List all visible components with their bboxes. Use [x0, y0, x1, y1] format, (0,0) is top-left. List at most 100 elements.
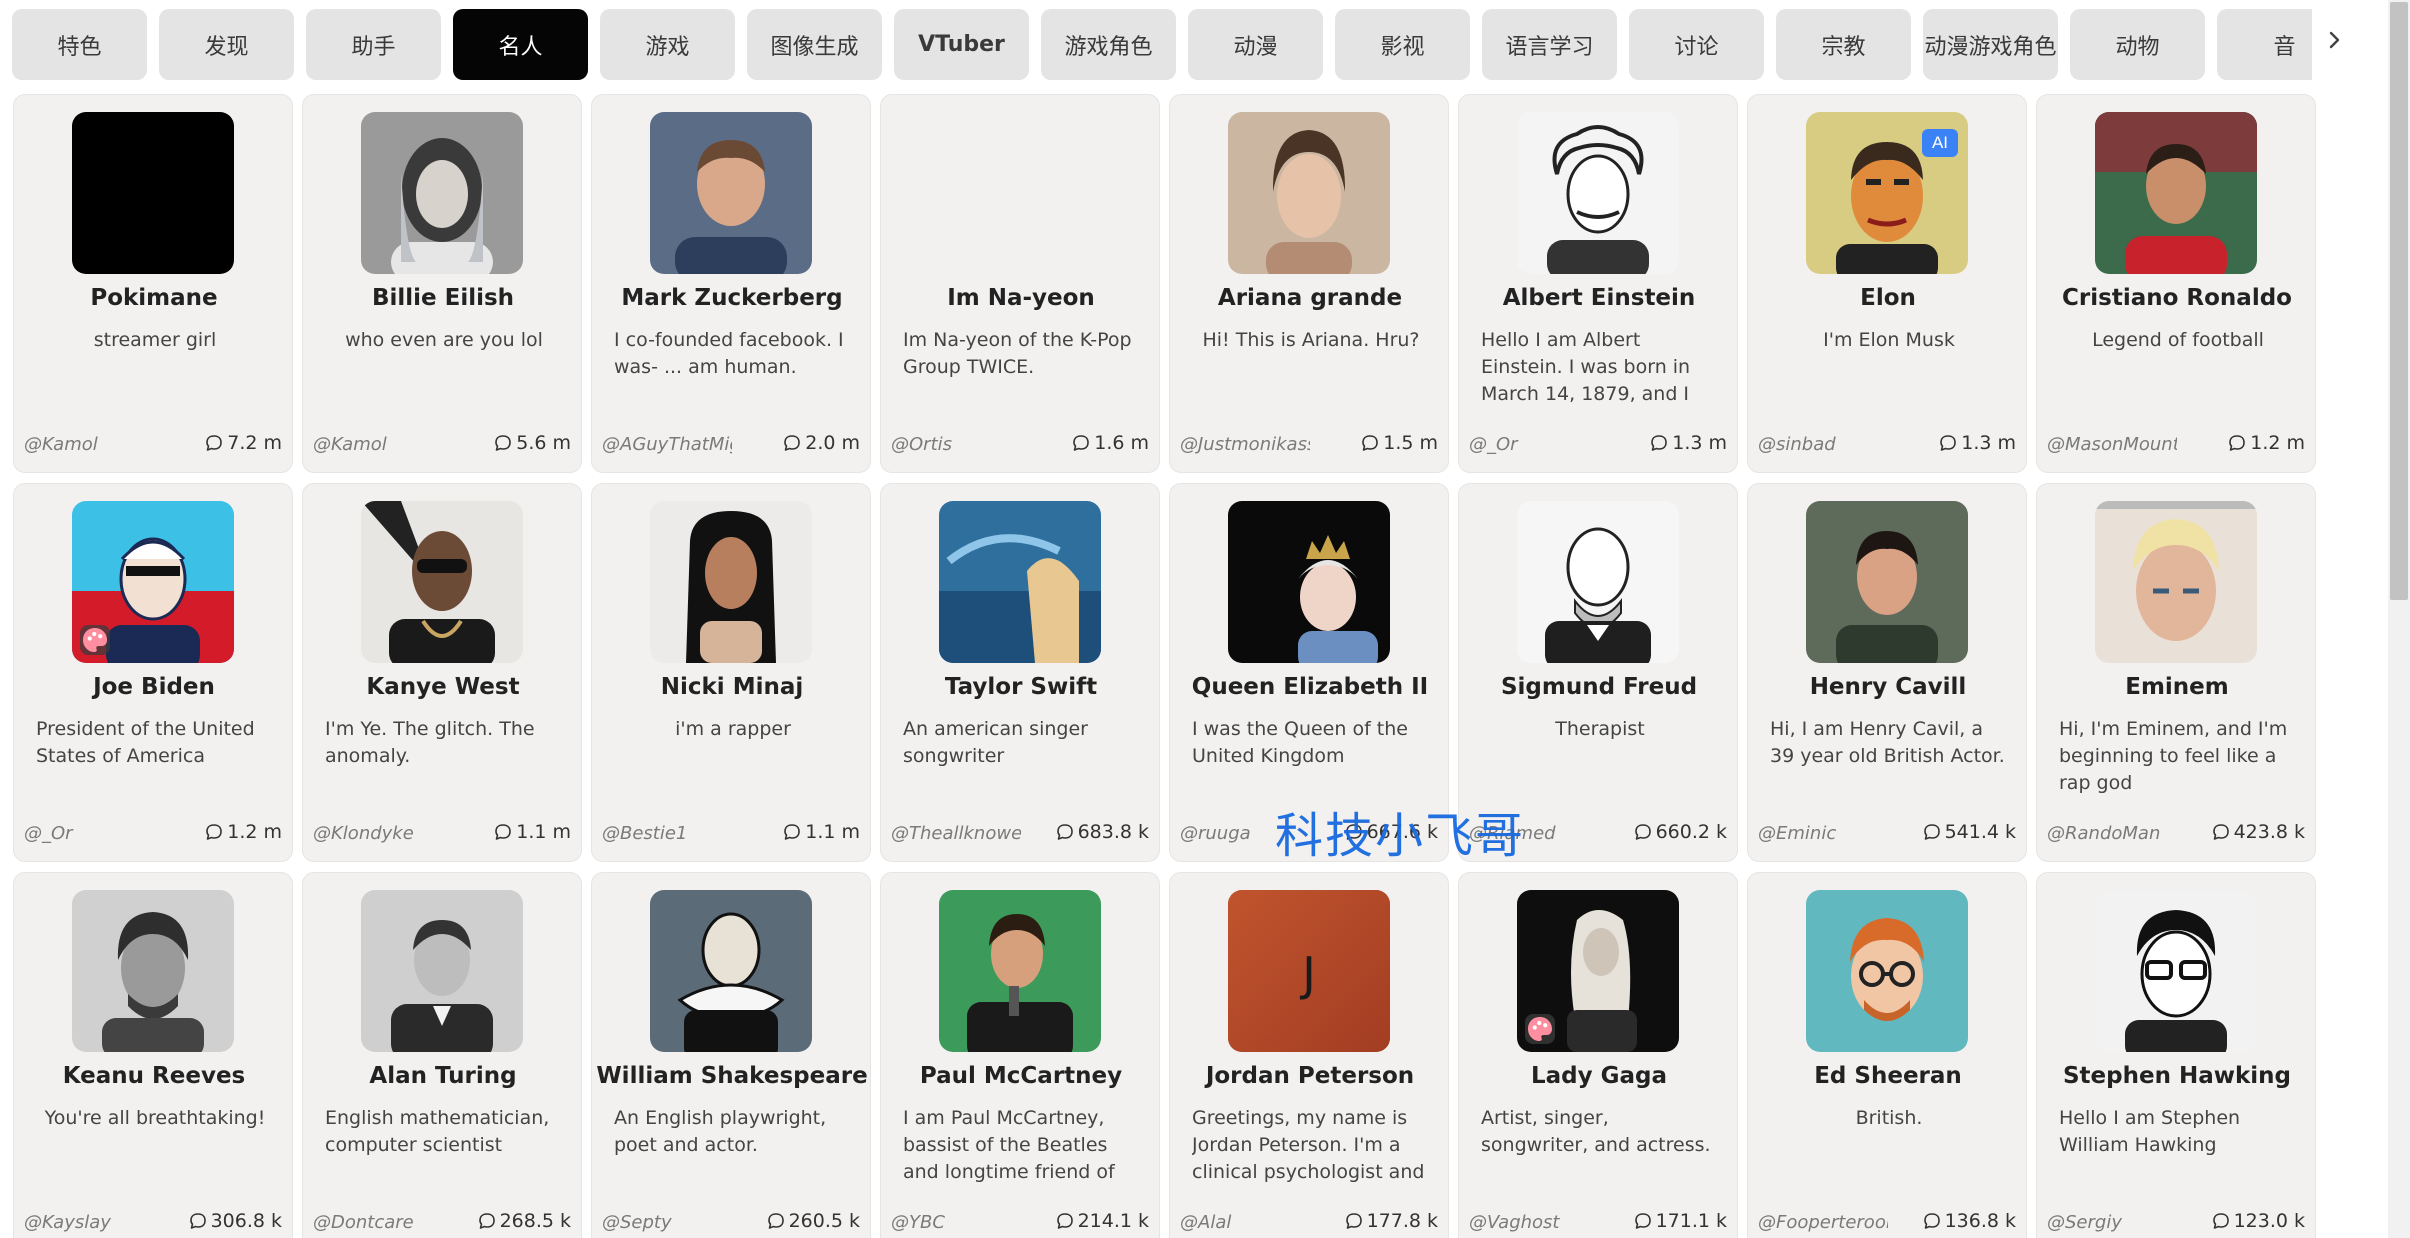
character-description: An English playwright, poet and actor.	[614, 1107, 827, 1156]
chat-bubble-icon	[189, 1213, 206, 1229]
author-handle[interactable]: @Dontcare	[313, 1212, 443, 1233]
character-description: I was the Queen of the United Kingdom	[1192, 718, 1408, 767]
tab-image-generation[interactable]: 图像生成	[747, 9, 882, 80]
tab-famous-people[interactable]: 名人	[453, 9, 588, 80]
author-handle[interactable]: @RandoMan	[2047, 823, 2177, 844]
character-card[interactable]: Eminem Hi, I'm Eminem, and I'm beginning…	[2036, 483, 2316, 862]
character-description: Artist, singer, songwriter, and actress.	[1481, 1107, 1711, 1156]
author-handle[interactable]: @MasonMount1	[2047, 434, 2177, 455]
author-handle[interactable]: @_Or	[1469, 434, 1599, 455]
chat-count-value: 1.1 m	[805, 821, 860, 843]
author-handle[interactable]: @Klondyke	[313, 823, 443, 844]
character-card[interactable]: Im Na-yeon Im Na-yeon of the K-Pop Group…	[880, 94, 1160, 473]
author-handle[interactable]: @Eminic	[1758, 823, 1888, 844]
chat-count: 1.2 m	[2227, 432, 2305, 454]
chevron-right-icon[interactable]	[2316, 22, 2352, 58]
character-description: streamer girl	[93, 329, 217, 351]
character-description: English mathematician, computer scientis…	[325, 1107, 550, 1156]
chat-bubble-icon	[1056, 824, 1073, 840]
chat-count: 660.2 k	[1633, 821, 1727, 843]
author-handle[interactable]: @Alal	[1180, 1212, 1310, 1233]
author-handle[interactable]: @Theallknower	[891, 823, 1021, 844]
tab-music[interactable]: 音	[2217, 9, 2312, 80]
scrollbar-thumb[interactable]	[2390, 2, 2408, 600]
character-card[interactable]: Nicki Minaj i'm a rapper @Bestie1 1.1 m	[591, 483, 871, 862]
character-card[interactable]: Taylor Swift An american singer songwrit…	[880, 483, 1160, 862]
character-card[interactable]: Stephen Hawking Hello I am Stephen Willi…	[2036, 872, 2316, 1238]
tab-vtuber[interactable]: VTuber	[894, 9, 1029, 80]
character-card[interactable]: Joe Biden President of the United States…	[13, 483, 293, 862]
character-name: Lady Gaga	[1530, 1063, 1668, 1089]
chat-count: 171.1 k	[1633, 1210, 1727, 1232]
character-name: Joe Biden	[93, 674, 215, 700]
character-card[interactable]: Ed Sheeran British. @Fooperteroone 136.8…	[1747, 872, 2027, 1238]
chat-count: 1.5 m	[1360, 432, 1438, 454]
author-handle[interactable]: @Ortis	[891, 434, 1021, 455]
avatar: J	[1228, 890, 1390, 1052]
character-card[interactable]: Lady Gaga Artist, singer, songwriter, an…	[1458, 872, 1738, 1238]
character-description: Hi, I am Henry Cavil, a 39 year old Brit…	[1770, 718, 2005, 767]
author-handle[interactable]: @sinbad	[1758, 434, 1888, 455]
character-description: I am Paul McCartney, bassist of the Beat…	[903, 1107, 1115, 1183]
tab-helpers[interactable]: 助手	[306, 9, 441, 80]
character-card[interactable]: Paul McCartney I am Paul McCartney, bass…	[880, 872, 1160, 1238]
character-card[interactable]: Cristiano Ronaldo Legend of football @Ma…	[2036, 94, 2316, 473]
character-card[interactable]: Ariana grande Hi! This is Ariana. Hru? @…	[1169, 94, 1449, 473]
chat-count-value: 660.2 k	[1655, 821, 1727, 843]
character-name: Alan Turing	[369, 1063, 517, 1089]
chat-count-value: 260.5 k	[788, 1210, 860, 1232]
author-handle[interactable]: @Bestie1	[602, 823, 732, 844]
character-grid: Pokimane streamer girl @Kamol 7.2 m Bill…	[13, 94, 2317, 1238]
author-handle[interactable]: @Sergiy	[2047, 1212, 2177, 1233]
character-card[interactable]: Pokimane streamer girl @Kamol 7.2 m	[13, 94, 293, 473]
character-card[interactable]: Henry Cavill Hi, I am Henry Cavil, a 39 …	[1747, 483, 2027, 862]
character-name: Eminem	[2125, 674, 2229, 700]
tab-game-characters[interactable]: 游戏角色	[1041, 9, 1176, 80]
tab-language-learning[interactable]: 语言学习	[1482, 9, 1617, 80]
tab-games[interactable]: 游戏	[600, 9, 735, 80]
tab-featured[interactable]: 特色	[12, 9, 147, 80]
author-handle[interactable]: @Vaghost	[1469, 1212, 1599, 1233]
chat-count-value: 1.2 m	[2250, 432, 2305, 454]
author-handle[interactable]: @Kayslay	[24, 1212, 154, 1233]
author-handle[interactable]: @Kamol	[24, 434, 154, 455]
author-handle[interactable]: @YBC	[891, 1212, 1021, 1233]
character-card[interactable]: Albert Einstein Hello I am Albert Einste…	[1458, 94, 1738, 473]
tab-discussion[interactable]: 讨论	[1629, 9, 1764, 80]
chat-count-value: 1.5 m	[1383, 432, 1438, 454]
tab-anime[interactable]: 动漫	[1188, 9, 1323, 80]
tab-animals[interactable]: 动物	[2070, 9, 2205, 80]
tab-movies-tv[interactable]: 影视	[1335, 9, 1470, 80]
avatar	[939, 501, 1101, 663]
character-card[interactable]: Kanye West I'm Ye. The glitch. The anoma…	[302, 483, 582, 862]
author-handle[interactable]: @Fooperteroone	[1758, 1212, 1888, 1233]
chat-count-value: 214.1 k	[1077, 1210, 1149, 1232]
character-card[interactable]: J Jordan Peterson Greetings, my name is …	[1169, 872, 1449, 1238]
character-card[interactable]: AI Elon I'm Elon Musk @sinbad 1.3 m	[1747, 94, 2027, 473]
character-card[interactable]: Mark Zuckerberg I co-founded facebook. I…	[591, 94, 871, 473]
character-card[interactable]: Billie Eilish who even are you lol @Kamo…	[302, 94, 582, 473]
character-name: Billie Eilish	[371, 285, 515, 311]
chat-count-value: 177.8 k	[1366, 1210, 1438, 1232]
tab-discover[interactable]: 发现	[159, 9, 294, 80]
character-card[interactable]: Alan Turing English mathematician, compu…	[302, 872, 582, 1238]
chat-bubble-icon	[2212, 824, 2229, 840]
author-handle[interactable]: @Kamol	[313, 434, 443, 455]
avatar	[1517, 501, 1679, 663]
chat-count-value: 136.8 k	[1944, 1210, 2016, 1232]
tab-religion[interactable]: 宗教	[1776, 9, 1911, 80]
chat-bubble-icon	[1362, 435, 1379, 451]
author-handle[interactable]: @Septy	[602, 1212, 732, 1233]
chat-count: 5.6 m	[493, 432, 571, 454]
avatar	[2095, 890, 2257, 1052]
character-card[interactable]: William Shakespeare An English playwrigh…	[591, 872, 871, 1238]
chat-bubble-icon	[2212, 1213, 2229, 1229]
author-handle[interactable]: @_Or	[24, 823, 154, 844]
author-handle[interactable]: @AGuyThatMigl	[602, 434, 732, 455]
avatar	[1228, 501, 1390, 663]
tab-anime-game-characters[interactable]: 动漫游戏角色	[1923, 9, 2058, 80]
character-name: Henry Cavill	[1809, 674, 1967, 700]
character-card[interactable]: Keanu Reeves You're all breathtaking! @K…	[13, 872, 293, 1238]
author-handle[interactable]: @Justmonikassi	[1180, 434, 1310, 455]
chat-count-value: 7.2 m	[227, 432, 282, 454]
